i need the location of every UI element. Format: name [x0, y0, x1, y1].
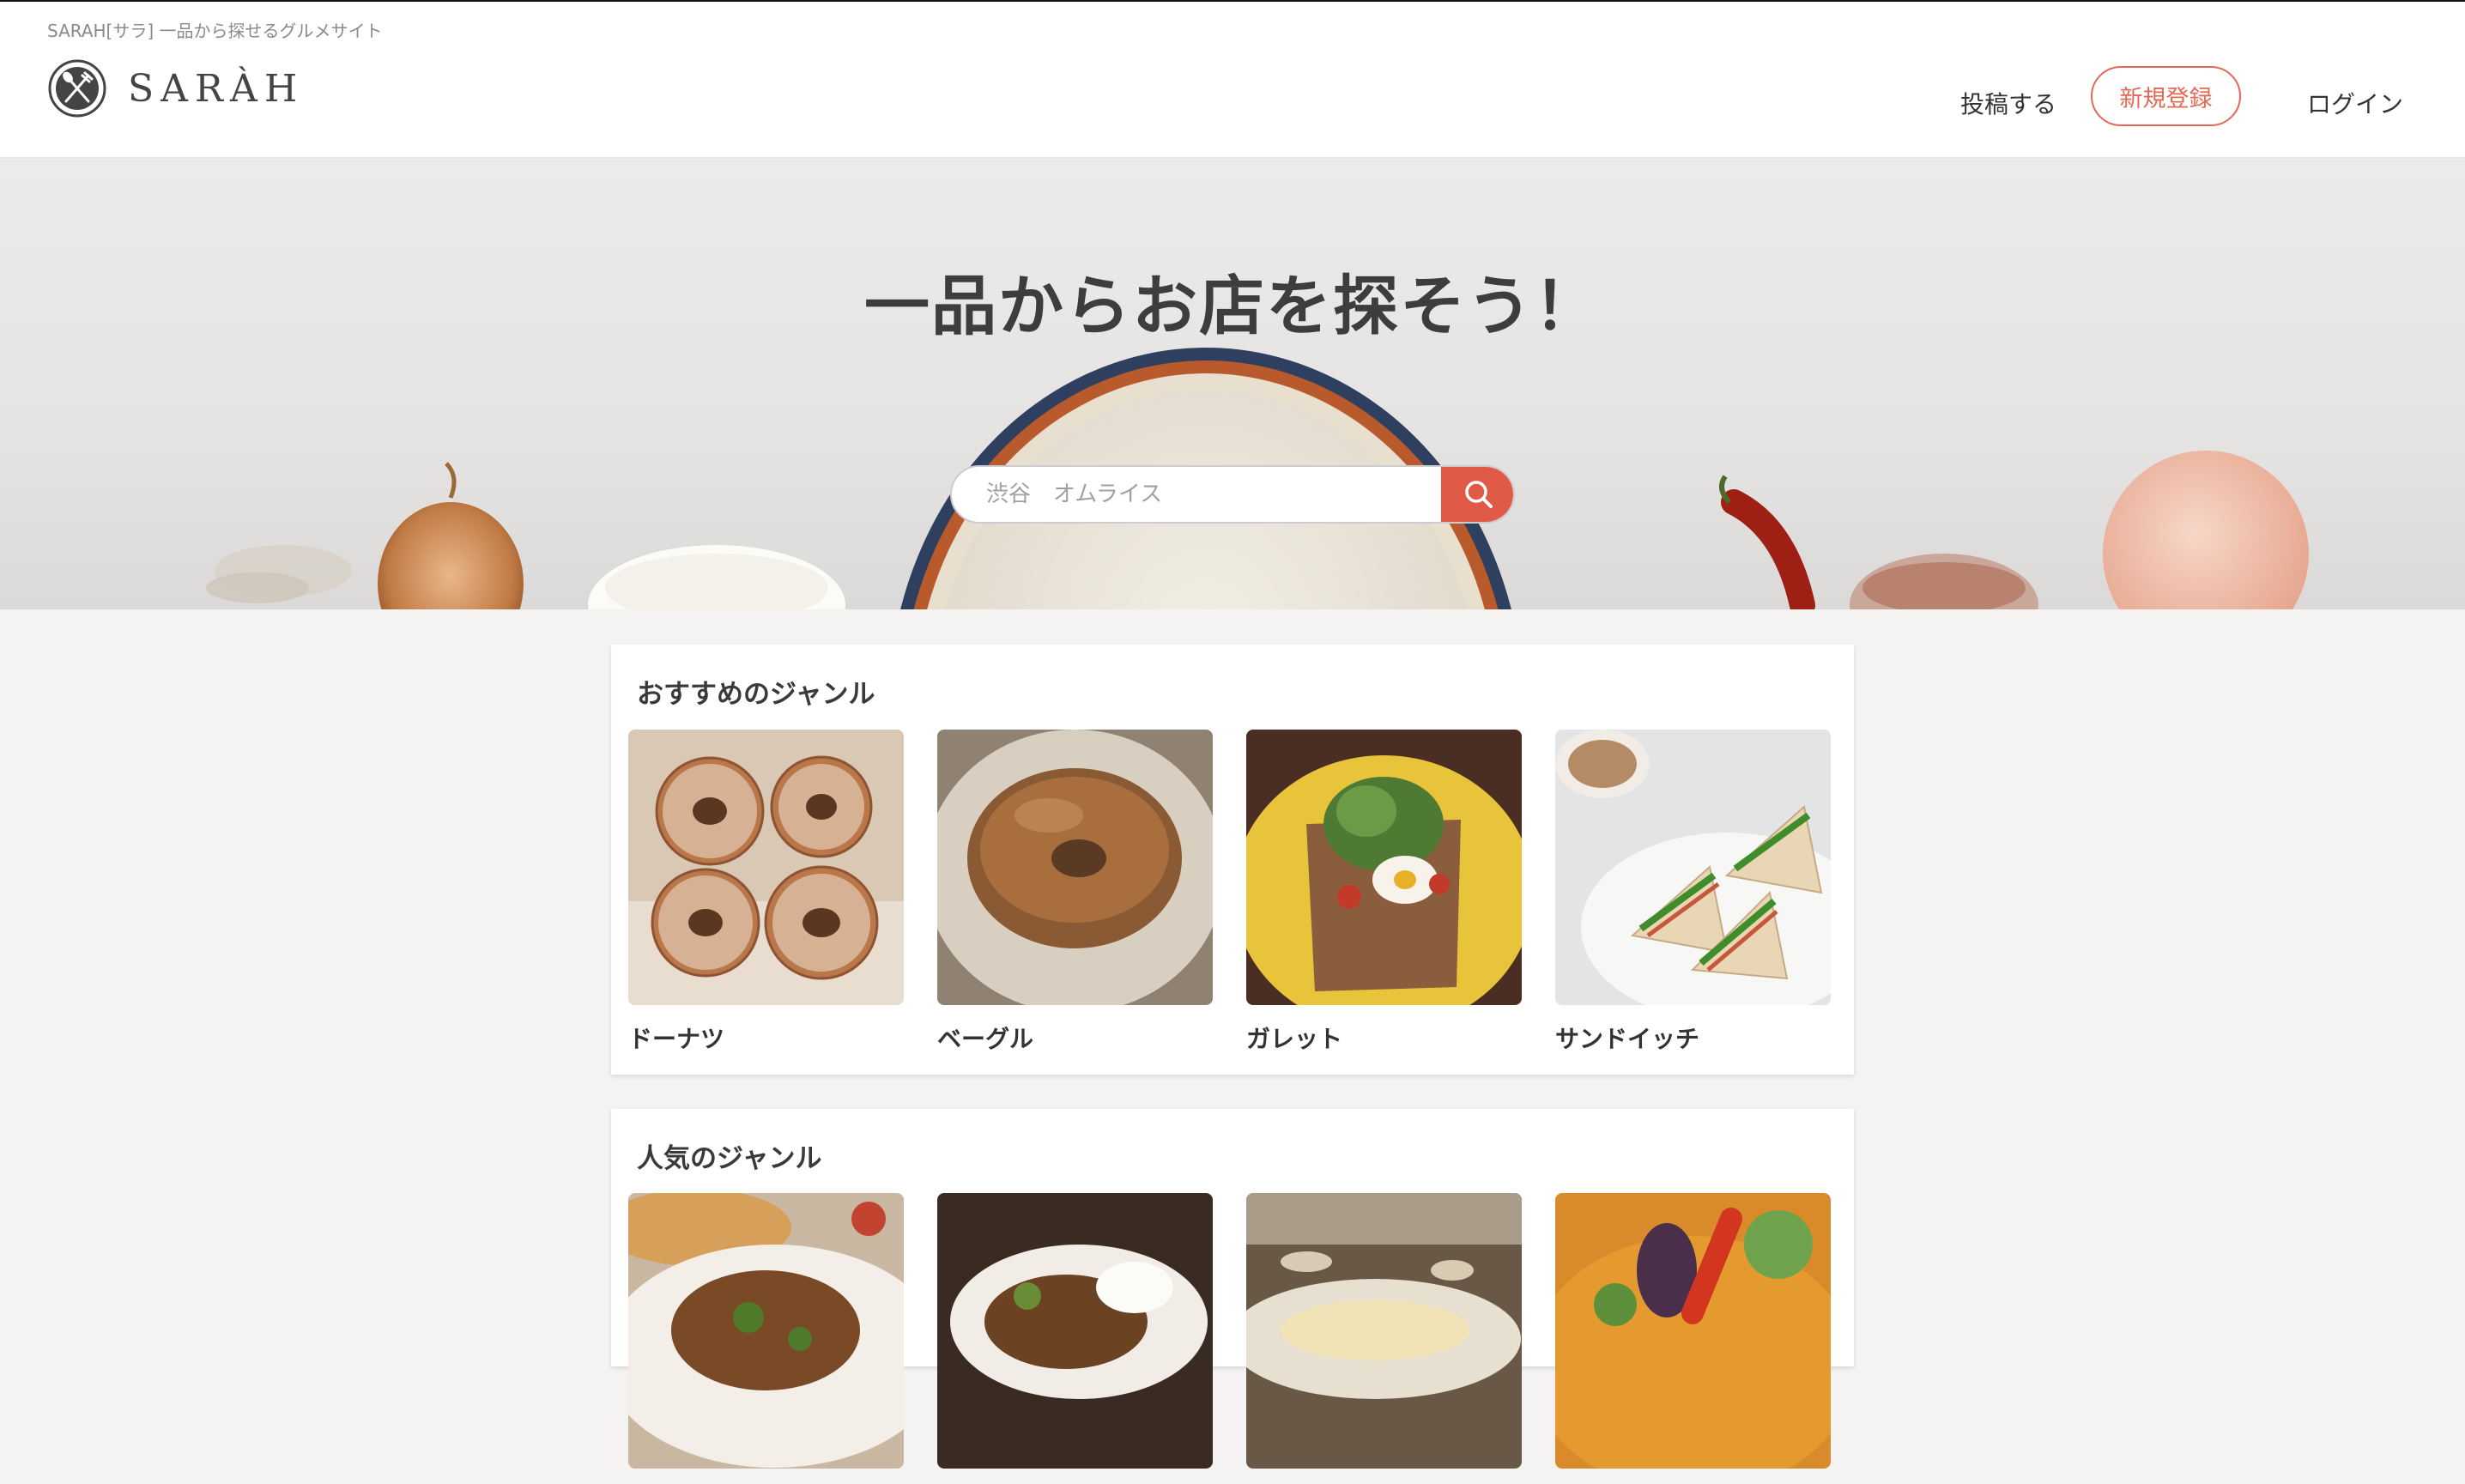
- popular-genres-section: 人気のジャンル: [611, 1109, 1854, 1469]
- genre-thumbnail: [1246, 1193, 1522, 1469]
- donut-photo: [628, 730, 904, 1005]
- genre-thumbnail: [1246, 730, 1522, 1005]
- nav-login-link[interactable]: ログイン: [2307, 86, 2403, 120]
- keema-curry-photo: [628, 1193, 904, 1469]
- genre-thumbnail: [937, 1193, 1213, 1469]
- hero-title: 一品からお店を探そう！: [864, 268, 1601, 344]
- search-button[interactable]: [1441, 467, 1513, 522]
- genre-card-bagel[interactable]: ベーグル: [937, 730, 1213, 1055]
- genre-card[interactable]: [628, 1193, 904, 1484]
- section-title: 人気のジャンル: [637, 1143, 822, 1174]
- site-header: SARAH[サラ] 一品から探せるグルメサイト SARÀH 投稿する 新規登録 …: [0, 2, 2465, 159]
- genre-label: ベーグル: [937, 1025, 1034, 1053]
- genre-label: サンドイッチ: [1555, 1025, 1700, 1053]
- genre-card[interactable]: [1555, 1193, 1831, 1484]
- genre-thumbnail: [1555, 730, 1831, 1005]
- search-bar: [950, 465, 1515, 524]
- genre-card[interactable]: [937, 1193, 1213, 1484]
- genre-label: ドーナツ: [628, 1025, 725, 1053]
- fork-knife-logo-icon: [48, 59, 106, 118]
- section-title: おすすめのジャンル: [637, 679, 875, 710]
- genre-thumbnail: [937, 730, 1213, 1005]
- cafe-dish-photo: [1246, 1193, 1522, 1469]
- sandwich-photo: [1555, 730, 1831, 1005]
- genre-thumbnail: [628, 1193, 904, 1469]
- genre-thumbnail: [628, 730, 904, 1005]
- hero-food-background-image: [206, 348, 2309, 609]
- site-tagline: SARAH[サラ] 一品から探せるグルメサイト: [47, 21, 383, 41]
- genre-card[interactable]: [1246, 1193, 1522, 1484]
- site-logo[interactable]: SARÀH: [47, 57, 304, 120]
- search-input[interactable]: [952, 467, 1441, 522]
- galette-photo: [1246, 730, 1522, 1005]
- logo-wordmark: SARÀH: [128, 66, 305, 111]
- soup-curry-photo: [1555, 1193, 1831, 1469]
- genre-thumbnail: [1555, 1193, 1831, 1469]
- genre-label: ガレット: [1246, 1025, 1343, 1053]
- signup-button[interactable]: 新規登録: [2091, 66, 2241, 126]
- nav-post-link[interactable]: 投稿する: [1960, 86, 2056, 120]
- genre-card-galette[interactable]: ガレット: [1246, 730, 1522, 1055]
- search-icon: [1465, 481, 1493, 508]
- bagel-photo: [937, 730, 1213, 1005]
- hero-banner: 一品からお店を探そう！: [0, 159, 2465, 609]
- genre-card-donut[interactable]: ドーナツ: [628, 730, 904, 1055]
- curry-rice-photo: [937, 1193, 1213, 1469]
- genre-card-sandwich[interactable]: サンドイッチ: [1555, 730, 1831, 1055]
- recommended-genres-section: おすすめのジャンル ドーナツ ベーグル ガレット サンドイッチ: [611, 645, 1854, 1075]
